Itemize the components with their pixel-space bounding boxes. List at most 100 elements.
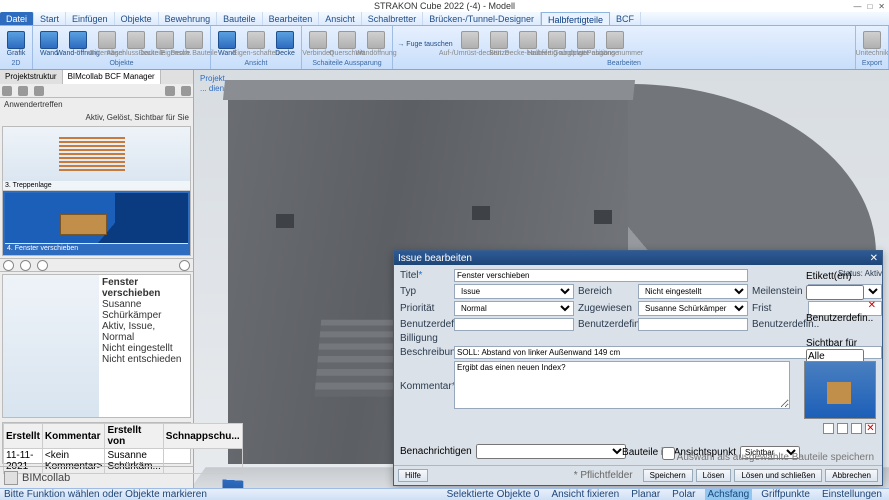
tab-start[interactable]: Start [34,12,66,25]
vp-sync-icon[interactable] [851,423,862,434]
gp-icon [577,31,595,49]
bimcollab-logo: BIMcollab [0,466,193,488]
col-von[interactable]: Erstellt von [105,424,163,449]
benut2-input[interactable] [638,318,748,331]
lptab-bcf[interactable]: BIMcollab BCF Manager [63,70,161,84]
join-icon [309,31,327,49]
filter-icon[interactable] [34,86,44,96]
tab-bewehrung[interactable]: Bewehrung [159,12,218,25]
zug-select[interactable]: Susanne Schürkämper [638,301,748,316]
ribbon-ansicht-decke[interactable]: Decke [271,27,299,60]
benut1-input[interactable] [454,318,574,331]
tab-einfuegen[interactable]: Einfügen [66,12,115,25]
pflicht-label: * Pflichtfelder [574,470,633,481]
tab-halbfertigteile[interactable]: Halbfertigteile [541,12,610,25]
status-selobj: Selektierte Objekte 0 [444,489,543,500]
thumb-zoom-toolbar [0,258,193,272]
wall2-icon [218,31,236,49]
col-kommentar[interactable]: Kommentar [42,424,105,449]
tab-schalbretter[interactable]: Schalbretter [362,12,424,25]
ribbon: Grafik 2D Wand Wand-öffnung Gitterträger… [0,26,889,70]
statusbar: Bitte Funktion wählen oder Objekte marki… [0,488,889,500]
col-erstellt[interactable]: Erstellt [4,424,43,449]
kom-label: Kommentar [400,381,450,392]
ribbon-verbinden: Verbinden [304,27,332,60]
sync-icon[interactable] [2,86,12,96]
status-griffpunkte[interactable]: Griffpunkte [758,489,813,500]
etik-input[interactable] [806,285,864,300]
status-planar[interactable]: Planar [628,489,663,500]
loesen-schliessen-button[interactable]: Lösen und schließen [734,469,822,482]
app-title: STRAKON Cube 2022 (-4) - Modell [374,1,515,11]
maximize-button[interactable]: □ [867,2,872,11]
dialog-footer: Hilfe * Pflichtfelder Speichern Lösen Lö… [394,465,882,485]
tab-datei[interactable]: Datei [0,12,34,25]
issue-detail: Fenster verschieben Susanne Schürkämper … [2,274,191,418]
status-fixieren[interactable]: Ansicht fixieren [548,489,622,500]
vp-del-icon[interactable]: ✕ [865,423,876,434]
bcf-section: Anwendertreffen [0,98,193,111]
view-cube[interactable] [223,480,244,488]
pos-icon [606,31,624,49]
auswahl-note[interactable]: Auswahl als ausgewählte Bauteile speiche… [662,447,874,463]
status-polar[interactable]: Polar [669,489,698,500]
zoom-out-icon[interactable] [20,260,31,271]
hilfe-button[interactable]: Hilfe [398,469,428,482]
dialog-viewpoint-thumb[interactable] [804,361,876,419]
section-icon [338,31,356,49]
dialog-titlebar[interactable]: Issue bearbeiten ✕ [394,251,882,265]
add-icon[interactable] [18,86,28,96]
ribbon-wandoeffnung[interactable]: Wand-öffnung [64,27,92,60]
tab-bruecken[interactable]: Brücken-/Tunnel-Designer [423,12,541,25]
issue-meilen: Nicht entschieden [102,354,187,365]
typ-select[interactable]: Issue [454,284,574,299]
zoom-in-icon[interactable] [3,260,14,271]
minimize-button[interactable]: — [853,2,861,11]
db-icon [519,31,537,49]
status-hint: Bitte Funktion wählen oder Objekte marki… [4,489,207,500]
tab-bearbeiten[interactable]: Bearbeiten [263,12,320,25]
berech-select[interactable] [476,444,626,459]
zug-label: Zugewiesen [578,303,634,314]
zoom-fit-icon[interactable] [37,260,48,271]
tab-ansicht[interactable]: Ansicht [319,12,362,25]
kom-textarea[interactable]: Ergibt das einen neuen Index? [454,361,790,409]
issue-detail-thumb[interactable] [3,275,99,417]
dialog-right-col: Etikett(en) ✕ Benutzerdefin.. Sichtbar f… [806,271,876,364]
issue-thumb-3[interactable]: 3. Treppenlage [3,127,190,191]
dialog-close-icon[interactable]: ✕ [870,253,878,264]
benachrichtigen-row: Benachrichtigen [400,444,626,459]
loesen-button[interactable]: Lösen [696,469,732,482]
gear-icon[interactable] [165,86,175,96]
ribbon-grafik[interactable]: Grafik [2,27,30,60]
ribbon-posnr: Positions-nummer [601,27,629,60]
etik-clear-icon[interactable]: ✕ [806,300,876,311]
view-next-icon[interactable] [179,260,190,271]
lptab-projektstruktur[interactable]: Projektstruktur [0,70,63,84]
col-icon [490,31,508,49]
ribbon-wandoeffnung2: Wandöffnung [362,27,390,60]
tab-bcf[interactable]: BCF [610,12,641,25]
bereich-select[interactable]: Nicht eingestellt [638,284,748,299]
abbrechen-button[interactable]: Abbrechen [825,469,878,482]
prio-select[interactable]: Normal [454,301,574,316]
status-achsfang[interactable]: Achsfang [705,489,753,500]
col-schnapp[interactable]: Schnappschu... [163,424,242,449]
viewpoint-tools: ✕ [823,423,876,434]
status-einstellungen[interactable]: Einstellungen [819,489,885,500]
tab-objekte[interactable]: Objekte [115,12,159,25]
vp-edit-icon[interactable] [823,423,834,434]
issue-thumb-4[interactable]: 4. Fenster verschieben [3,191,190,255]
close-button[interactable]: ✕ [878,2,885,11]
speichern-button[interactable]: Speichern [643,469,693,482]
ribbon-umruest: Auf-/Umrüst-decken [456,27,484,60]
opening-icon [69,31,87,49]
issue-author: Susanne Schürkämper [102,299,187,321]
auswahl-checkbox[interactable] [662,447,675,460]
menu-icon[interactable] [181,86,191,96]
titel-input[interactable] [454,269,748,282]
window-controls: — □ ✕ [853,2,885,11]
tab-bauteile[interactable]: Bauteile [217,12,263,25]
vp-add-icon[interactable] [837,423,848,434]
meilen-label: Meilenstein [752,286,804,297]
